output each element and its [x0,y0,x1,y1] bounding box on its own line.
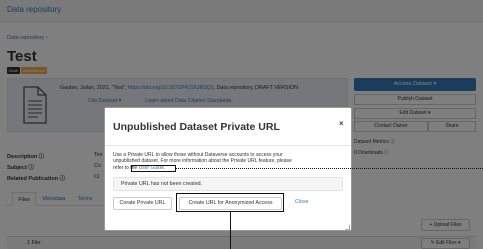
dialog-header: Unpublished Dataset Private URL × [105,108,351,146]
user-guide-highlight-box [131,165,176,172]
create-private-url-button[interactable]: Create Private URL [113,197,172,210]
dialog-title: Unpublished Dataset Private URL [113,121,280,133]
close-icon[interactable]: × [339,119,344,128]
anonymized-button-highlight-box [176,193,284,212]
resize-handle[interactable] [345,225,350,230]
anonymized-button-callout-line [230,212,231,249]
close-dialog-link[interactable]: Close [295,199,309,205]
private-url-status: Private URL has not been created. [113,177,343,191]
user-guide-callout-line [176,168,483,169]
